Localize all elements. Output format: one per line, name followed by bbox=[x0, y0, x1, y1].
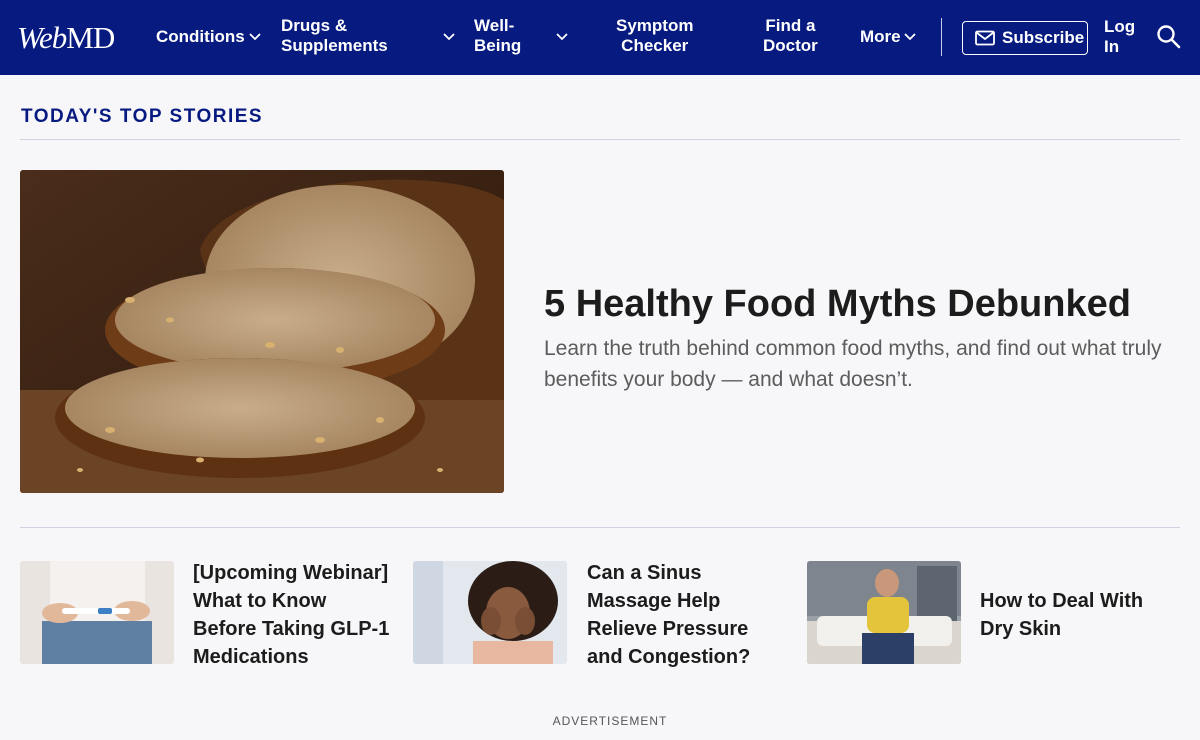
subscribe-label: Subscribe bbox=[1002, 28, 1085, 47]
nav-wellbeing-label-1: Well- bbox=[474, 16, 515, 35]
section-divider bbox=[20, 139, 1180, 140]
nav-find-doctor[interactable]: Find a Doctor bbox=[763, 16, 818, 56]
nav-doctor-label-2: Doctor bbox=[763, 36, 818, 55]
advertisement-label: ADVERTISEMENT bbox=[552, 714, 668, 728]
logo-md-text: MD bbox=[66, 20, 115, 55]
nav-well-being[interactable]: Well- Being bbox=[474, 16, 521, 56]
hero-divider bbox=[20, 527, 1180, 528]
nav-conditions[interactable]: Conditions bbox=[156, 27, 245, 47]
nav-symptom-label-1: Symptom bbox=[616, 16, 694, 35]
nav-drugs-supplements[interactable]: Drugs & Supplements bbox=[281, 16, 388, 56]
card-image-dry-skin[interactable] bbox=[807, 561, 961, 664]
chevron-down-icon[interactable] bbox=[248, 32, 262, 42]
login-link[interactable]: Log In bbox=[1104, 17, 1135, 57]
nav-drugs-label-2: Supplements bbox=[281, 36, 388, 55]
search-icon[interactable] bbox=[1156, 24, 1182, 50]
chevron-down-icon[interactable] bbox=[903, 32, 917, 42]
login-label-2: In bbox=[1104, 37, 1120, 56]
hero-image-bread[interactable] bbox=[20, 170, 504, 493]
nav-drugs-label-1: Drugs & bbox=[281, 16, 348, 35]
header-divider bbox=[941, 18, 942, 56]
card-title-dry-skin[interactable]: How to Deal With Dry Skin bbox=[980, 587, 1180, 643]
card-title-webinar[interactable]: [Upcoming Webinar] What to Know Before T… bbox=[193, 559, 393, 671]
nav-wellbeing-label-2: Being bbox=[474, 36, 522, 55]
card-image-sinus[interactable] bbox=[413, 561, 567, 664]
nav-symptom-label-2: Checker bbox=[621, 36, 689, 55]
card-image-webinar[interactable] bbox=[20, 561, 174, 664]
nav-more[interactable]: More bbox=[860, 27, 901, 47]
hero-headline[interactable]: 5 Healthy Food Myths Debunked bbox=[544, 282, 1131, 326]
nav-symptom-checker[interactable]: Symptom Checker bbox=[616, 16, 693, 56]
webmd-logo[interactable]: WebMD bbox=[17, 20, 115, 56]
nav-conditions-label: Conditions bbox=[156, 27, 245, 46]
mail-icon bbox=[975, 30, 995, 46]
site-header: WebMD Conditions Drugs & Supplements Wel… bbox=[0, 0, 1200, 75]
login-label-1: Log bbox=[1104, 17, 1136, 36]
nav-doctor-label-1: Find a bbox=[765, 16, 816, 35]
subscribe-button[interactable]: Subscribe bbox=[962, 21, 1088, 55]
card-title-sinus[interactable]: Can a Sinus Massage Help Relieve Pressur… bbox=[587, 559, 787, 671]
chevron-down-icon[interactable] bbox=[555, 32, 569, 42]
chevron-down-icon[interactable] bbox=[442, 32, 456, 42]
nav-more-label: More bbox=[860, 27, 901, 46]
section-title: TODAY'S TOP STORIES bbox=[21, 106, 264, 127]
hero-description: Learn the truth behind common food myths… bbox=[544, 337, 1162, 391]
logo-web-text: Web bbox=[17, 20, 67, 55]
